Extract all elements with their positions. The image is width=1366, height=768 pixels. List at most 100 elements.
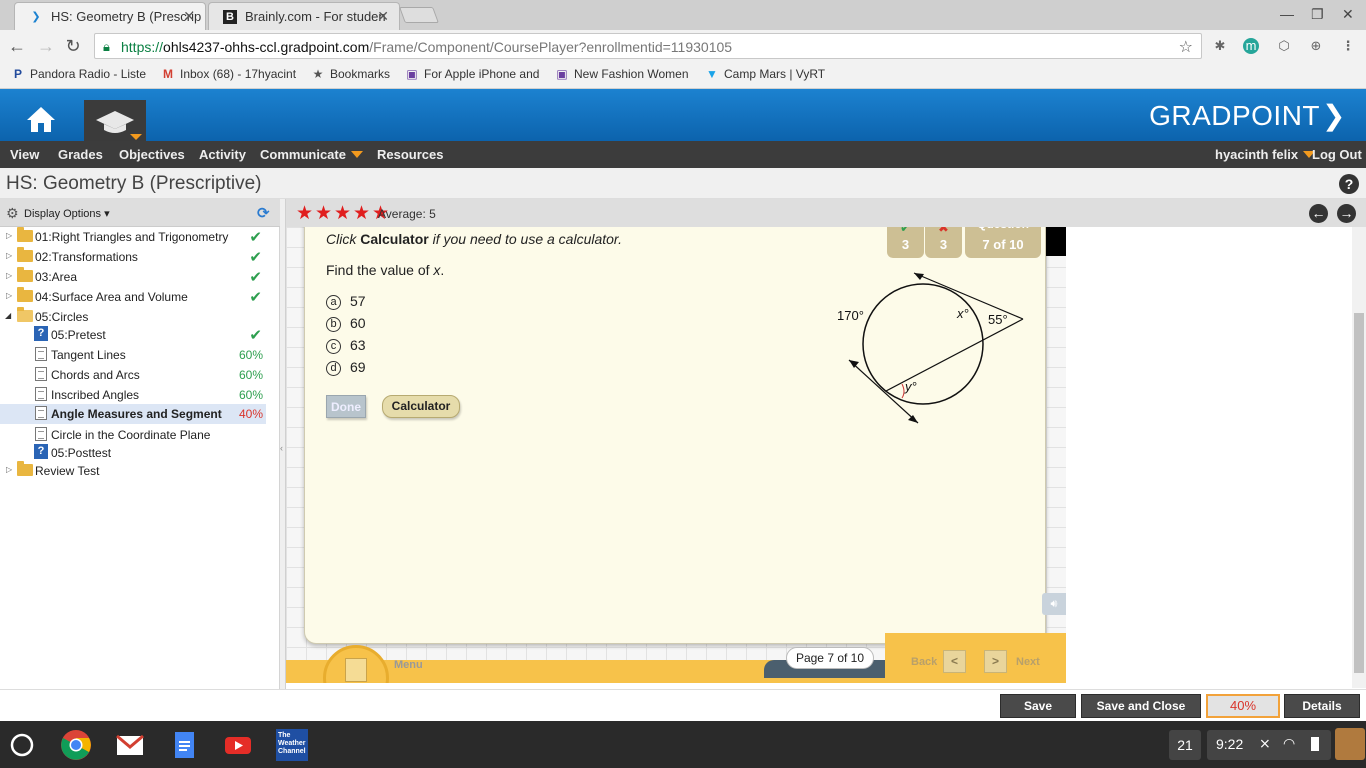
menu-view[interactable]: View bbox=[10, 147, 39, 162]
expand-arrow-icon[interactable]: ▷ bbox=[6, 291, 12, 300]
chrome-menu-icon[interactable]: ⋮ bbox=[1340, 38, 1356, 54]
details-button[interactable]: Details bbox=[1284, 694, 1360, 718]
tree-item-area[interactable]: ▷ 03:Area ✔ bbox=[0, 267, 266, 287]
bookmark-pandora[interactable]: P Pandora Radio - Liste bbox=[10, 67, 148, 81]
answer-choice-a[interactable]: a 57 bbox=[326, 293, 366, 310]
minimize-icon[interactable]: — bbox=[1280, 6, 1294, 22]
bookmark-gmail[interactable]: M Inbox (68) - 17hyacint bbox=[160, 67, 298, 81]
tab-brainly[interactable]: B Brainly.com - For studen ✕ bbox=[208, 2, 400, 30]
restore-icon[interactable]: ❐ bbox=[1311, 6, 1324, 23]
globe-extension-icon[interactable]: ⊕ bbox=[1308, 38, 1324, 54]
expand-arrow-icon[interactable]: ▷ bbox=[6, 251, 12, 260]
save-button[interactable]: Save bbox=[1000, 694, 1076, 718]
radio-bubble[interactable]: a bbox=[326, 295, 341, 310]
done-button[interactable]: Done bbox=[326, 395, 366, 418]
chrome-icon[interactable] bbox=[60, 729, 92, 761]
tree-item-surface-area[interactable]: ▷ 04:Surface Area and Volume ✔ bbox=[0, 287, 266, 307]
avatar[interactable] bbox=[1335, 728, 1365, 760]
bookmark-folder[interactable]: ★ Bookmarks bbox=[310, 67, 400, 81]
page-scrollbar[interactable] bbox=[1352, 227, 1366, 688]
gear-icon[interactable]: ⚙ bbox=[6, 205, 19, 222]
extension-icon[interactable]: ✱ bbox=[1212, 38, 1228, 54]
forward-arrow-icon[interactable]: → bbox=[36, 36, 56, 57]
expand-arrow-icon[interactable]: ▷ bbox=[6, 271, 12, 280]
radio-bubble[interactable]: b bbox=[326, 317, 341, 332]
answer-choice-c[interactable]: c 63 bbox=[326, 337, 366, 354]
help-icon[interactable]: ? bbox=[1339, 174, 1359, 194]
back-chevron-icon[interactable]: < bbox=[943, 650, 966, 673]
previous-arrow-icon[interactable]: ← bbox=[1309, 204, 1328, 223]
tree-item-angle-measures[interactable]: Angle Measures and Segment 40% bbox=[0, 404, 266, 424]
user-menu[interactable]: hyacinth felix bbox=[1215, 147, 1316, 162]
notification-count[interactable]: 21 bbox=[1169, 730, 1201, 760]
rating-star-icon[interactable]: ★ bbox=[353, 202, 370, 225]
back-label[interactable]: Back bbox=[911, 656, 937, 668]
weather-channel-icon[interactable]: The Weather Channel bbox=[276, 729, 308, 761]
player-menu-button[interactable] bbox=[323, 645, 389, 683]
tree-item-pretest[interactable]: ? 05:Pretest ✔ bbox=[0, 325, 266, 345]
tree-item-posttest[interactable]: ? 05:Posttest bbox=[0, 443, 266, 463]
tree-item-chords-arcs[interactable]: Chords and Arcs 60% bbox=[0, 365, 266, 385]
launcher-icon[interactable] bbox=[6, 729, 38, 761]
expand-arrow-icon[interactable]: ▷ bbox=[6, 465, 12, 474]
reload-icon[interactable]: ↻ bbox=[63, 36, 83, 57]
scrollbar-thumb[interactable] bbox=[1354, 313, 1364, 673]
bookmark-star-icon[interactable]: ☆ bbox=[1179, 37, 1193, 57]
display-options-button[interactable]: Display Options ▾ bbox=[24, 207, 110, 220]
bookmark-iphone[interactable]: ▣ For Apple iPhone and bbox=[404, 67, 542, 81]
correct-count: 3 bbox=[901, 237, 910, 252]
app-menu-bar: View Grades Objectives Activity Communic… bbox=[0, 141, 1366, 168]
rating-star-icon[interactable]: ★ bbox=[334, 202, 351, 225]
home-button[interactable] bbox=[24, 104, 58, 134]
audio-speaker-icon[interactable]: 🔊︎ bbox=[1042, 593, 1066, 615]
answer-choice-d[interactable]: d 69 bbox=[326, 359, 366, 376]
gmail-icon[interactable] bbox=[114, 729, 146, 761]
close-tab-icon[interactable]: ✕ bbox=[183, 8, 195, 25]
tree-item-inscribed-angles[interactable]: Inscribed Angles 60% bbox=[0, 385, 266, 405]
close-tab-icon[interactable]: ✕ bbox=[377, 8, 389, 25]
page-title: HS: Geometry B (Prescriptive) bbox=[6, 173, 262, 194]
tree-item-right-triangles[interactable]: ▷ 01:Right Triangles and Trigonometry ✔ bbox=[0, 227, 266, 247]
tree-item-circles[interactable]: ◢ 05:Circles bbox=[0, 307, 266, 327]
tab-gradpoint[interactable]: ❯ HS: Geometry B (Prescrip ✕ bbox=[14, 2, 206, 30]
folder-icon bbox=[17, 287, 33, 302]
next-label[interactable]: Next bbox=[1016, 656, 1040, 668]
close-window-icon[interactable]: ✕ bbox=[1342, 6, 1354, 23]
youtube-icon[interactable] bbox=[222, 729, 254, 761]
profile-m-icon[interactable]: m bbox=[1243, 38, 1259, 54]
answer-choice-b[interactable]: b 60 bbox=[326, 315, 366, 332]
tree-item-coordinate-plane[interactable]: Circle in the Coordinate Plane bbox=[0, 425, 266, 445]
new-tab-button[interactable] bbox=[399, 7, 439, 23]
collapse-arrow-icon[interactable]: ◢ bbox=[5, 311, 11, 320]
course-menu-button[interactable] bbox=[84, 100, 146, 141]
menu-objectives[interactable]: Objectives bbox=[119, 147, 185, 162]
refresh-icon[interactable]: ⟳ bbox=[257, 204, 270, 222]
rating-star-icon[interactable]: ★ bbox=[296, 202, 313, 225]
tree-item-review-test[interactable]: ▷ Review Test bbox=[0, 461, 266, 481]
menu-resources[interactable]: Resources bbox=[377, 147, 443, 162]
collapse-sidebar-icon[interactable]: ‹ bbox=[280, 443, 283, 453]
bookmark-vyrt[interactable]: ▼ Camp Mars | VyRT bbox=[704, 67, 834, 81]
calculator-button[interactable]: Calculator bbox=[382, 395, 460, 418]
tree-item-tangent-lines[interactable]: Tangent Lines 60% bbox=[0, 345, 266, 365]
logout-link[interactable]: Log Out bbox=[1312, 147, 1362, 162]
status-tray[interactable]: 9:22 ⨯ ◠ bbox=[1207, 730, 1331, 760]
save-and-close-button[interactable]: Save and Close bbox=[1081, 694, 1201, 718]
menu-label[interactable]: Menu bbox=[394, 659, 423, 671]
menu-communicate[interactable]: Communicate bbox=[260, 147, 363, 162]
rating-star-icon[interactable]: ★ bbox=[315, 202, 332, 225]
back-arrow-icon[interactable]: ← bbox=[7, 36, 27, 57]
instruction-text: if you need to use a calculator. bbox=[428, 231, 622, 247]
bookmark-fashion[interactable]: ▣ New Fashion Women bbox=[554, 67, 692, 81]
radio-bubble[interactable]: c bbox=[326, 339, 341, 354]
next-chevron-icon[interactable]: > bbox=[984, 650, 1007, 673]
radio-bubble[interactable]: d bbox=[326, 361, 341, 376]
menu-grades[interactable]: Grades bbox=[58, 147, 103, 162]
tree-item-transformations[interactable]: ▷ 02:Transformations ✔ bbox=[0, 247, 266, 267]
address-bar[interactable]: 🔒︎ https://ohls4237-ohhs-ccl.gradpoint.c… bbox=[94, 33, 1202, 59]
docs-icon[interactable] bbox=[168, 729, 200, 761]
next-arrow-icon[interactable]: → bbox=[1337, 204, 1356, 223]
menu-activity[interactable]: Activity bbox=[199, 147, 246, 162]
cube-extension-icon[interactable]: ⬡ bbox=[1276, 38, 1292, 54]
expand-arrow-icon[interactable]: ▷ bbox=[6, 231, 12, 240]
